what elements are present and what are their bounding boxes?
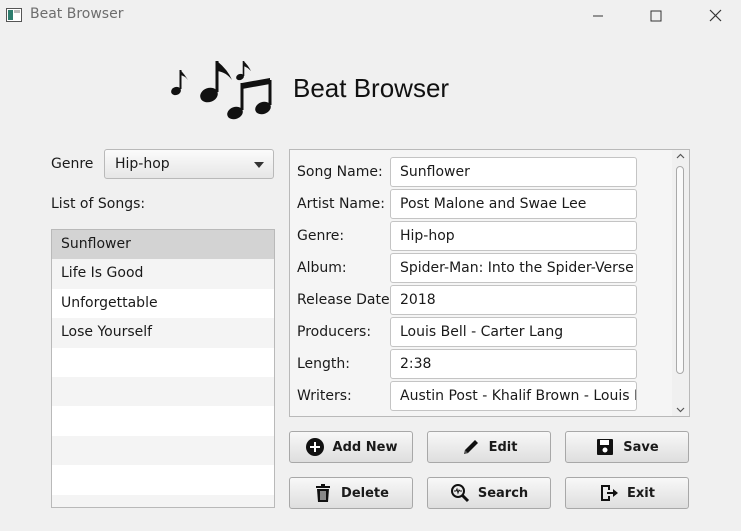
list-item[interactable]: Unforgettable [52,289,274,318]
close-icon [709,9,721,22]
list-item[interactable]: Sunflower [52,230,274,260]
genre-label: Genre [51,156,94,172]
song-name-field[interactable]: Sunflower [390,157,637,187]
writers-field[interactable]: Austin Post - Khalif Brown - Louis Bell [390,381,637,411]
pencil-icon [463,440,478,454]
song-name-label: Song Name: [297,164,383,180]
trash-icon [316,484,331,502]
empty-list-row [52,465,274,494]
music-notes-icon [171,61,272,120]
save-button[interactable]: Save [565,431,689,463]
producers-field[interactable]: Louis Bell - Carter Lang [390,317,637,347]
producers-label: Producers: [297,324,372,340]
maximize-icon [650,10,662,21]
app-icon [6,8,22,22]
close-button[interactable] [692,0,738,31]
empty-list-row [52,435,274,466]
empty-list-row [52,376,274,407]
window-title: Beat Browser [30,6,124,22]
delete-label: Delete [341,485,389,501]
album-field[interactable]: Spider-Man: Into the Spider-Verse [390,253,637,283]
window-title-bar: Beat Browser [0,0,741,31]
exit-door-icon [601,485,619,501]
page-title: Beat Browser [293,73,450,103]
maximize-button[interactable] [633,0,679,31]
exit-button[interactable]: Exit [565,477,689,509]
delete-button[interactable]: Delete [289,477,413,509]
genre-field-label: Genre: [297,228,345,244]
minimize-button[interactable] [575,0,621,31]
length-label: Length: [297,356,351,372]
artist-name-field[interactable]: Post Malone and Swae Lee [390,189,637,219]
song-details-panel: Song Name: Sunflower Artist Name: Post M… [289,149,690,417]
songs-list[interactable]: Sunflower Life Is Good Unforgettable Los… [51,229,275,508]
exit-label: Exit [627,485,655,501]
add-new-label: Add New [332,439,398,455]
scroll-up-icon[interactable] [676,153,685,159]
add-new-button[interactable]: Add New [289,431,413,463]
save-label: Save [623,439,659,455]
release-date-label: Release Date: [297,292,395,308]
length-field[interactable]: 2:38 [390,349,637,379]
list-item[interactable]: Life Is Good [52,259,274,289]
scroll-down-icon[interactable] [676,407,685,413]
minimize-icon [593,15,603,16]
empty-list-row [52,348,274,377]
search-label: Search [477,485,529,501]
scroll-thumb[interactable] [676,166,684,374]
add-circle-icon [305,438,324,456]
empty-list-row [52,494,274,507]
floppy-disk-icon [597,439,614,455]
edit-button[interactable]: Edit [427,431,551,463]
list-item[interactable]: Lose Yourself [52,318,274,348]
album-label: Album: [297,260,347,276]
release-date-field[interactable]: 2018 [390,285,637,315]
chevron-down-icon [254,162,264,168]
genre-selected-value: Hip-hop [115,156,170,172]
songs-list-label: List of Songs: [51,196,146,212]
search-button[interactable]: Search [427,477,551,509]
details-scrollbar[interactable] [672,150,689,416]
search-icon [450,484,469,503]
genre-field[interactable]: Hip-hop [390,221,637,251]
artist-name-label: Artist Name: [297,196,385,212]
genre-select[interactable]: Hip-hop [104,149,274,179]
writers-label: Writers: [297,388,352,404]
empty-list-row [52,406,274,435]
edit-label: Edit [488,439,518,455]
